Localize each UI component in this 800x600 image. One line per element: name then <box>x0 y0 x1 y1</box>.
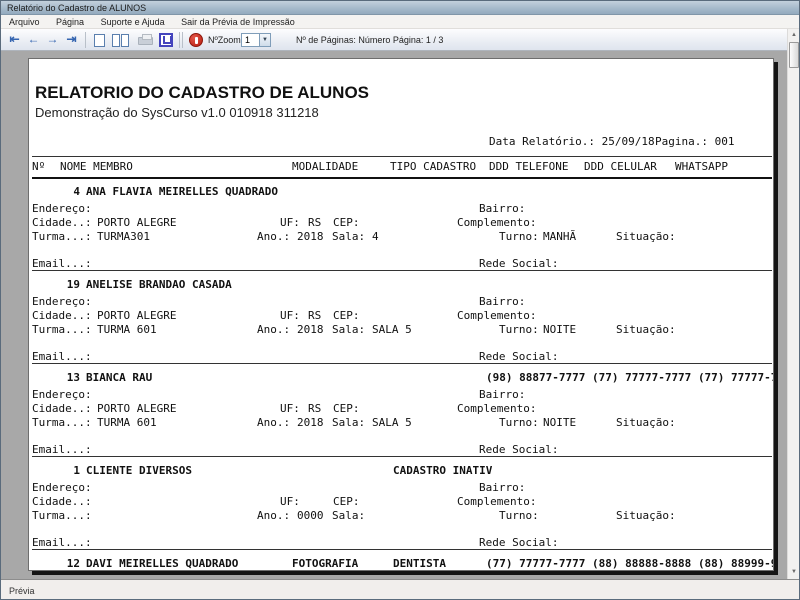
window-title: Relatório do Cadastro de ALUNOS <box>7 3 147 13</box>
report-date: Data Relatório.: 25/09/18 <box>489 135 655 148</box>
record-row: 12 DAVI MEIRELLES QUADRADO FOTOGRAFIA DE… <box>66 557 773 570</box>
report-title: RELATORIO DO CADASTRO DE ALUNOS <box>35 83 370 102</box>
record-row: 4 ANA FLAVIA MEIRELLES QUADRADO Endereço… <box>29 185 773 278</box>
last-page-icon[interactable]: ⇥ <box>63 32 80 48</box>
zoom-select[interactable]: 1 ▼ <box>241 33 271 47</box>
window-title-bar[interactable]: Relatório do Cadastro de ALUNOS <box>1 1 799 15</box>
col-header-whatsapp: WHATSAPP <box>675 160 728 173</box>
scroll-down-icon[interactable]: ▼ <box>788 566 799 579</box>
student-name: DAVI MEIRELLES QUADRADO <box>86 557 239 570</box>
tipo-cadastro-value: CADASTRO INATIV <box>393 464 493 477</box>
menu-pagina[interactable]: Página <box>50 15 90 29</box>
scroll-up-icon[interactable]: ▲ <box>788 29 799 42</box>
exit-preview-icon[interactable] <box>189 33 203 47</box>
col-header-modalidade: MODALIDADE <box>292 160 359 173</box>
col-header-telefone: DDD TELEFONE <box>489 160 569 173</box>
divider <box>32 177 772 179</box>
toolbar-separator <box>179 32 180 48</box>
chevron-down-icon[interactable]: ▼ <box>259 34 270 46</box>
two-page-view-icon[interactable] <box>112 34 120 47</box>
report-subtitle: Demonstração do SysCurso v1.0 010918 311… <box>35 105 319 120</box>
record-row: 13 BIANCA RAU (98) 88877-7777 (77) 77777… <box>29 371 773 464</box>
student-name: ANA FLAVIA MEIRELLES QUADRADO <box>86 185 279 198</box>
student-name: BIANCA RAU <box>86 371 153 384</box>
menu-sair-previa[interactable]: Sair da Prévia de Impressão <box>175 15 301 29</box>
modalidade-value: FOTOGRAFIA <box>292 557 359 570</box>
toolbar: ⇤ ← → ⇥ NºZoom 1 ▼ Nº de Páginas: Número… <box>1 29 799 51</box>
zoom-label: NºZoom <box>208 35 241 45</box>
divider <box>32 156 772 157</box>
menu-bar: Arquivo Página Suporte e Ajuda Sair da P… <box>1 15 799 29</box>
prev-page-icon[interactable]: ← <box>25 32 42 48</box>
toolbar-separator <box>85 32 86 48</box>
zoom-value: 1 <box>245 35 251 45</box>
menu-arquivo[interactable]: Arquivo <box>3 15 46 29</box>
student-name: ANELISE BRANDAO CASADA <box>86 278 232 291</box>
record-row: 19 ANELISE BRANDAO CASADA Endereço: Bair… <box>29 278 773 371</box>
two-page-view-icon-2[interactable] <box>121 34 129 47</box>
report-page-number: Pagina.: 001 <box>655 135 735 148</box>
next-page-icon[interactable]: → <box>44 32 61 48</box>
col-header-celular: DDD CELULAR <box>584 160 657 173</box>
status-text: Prévia <box>9 586 35 596</box>
scrollbar-thumb[interactable] <box>789 42 799 68</box>
col-header-nome: NOME MEMBRO <box>60 160 133 173</box>
print-icon[interactable] <box>138 34 153 45</box>
report-page: RELATORIO DO CADASTRO DE ALUNOS Demonstr… <box>28 58 774 571</box>
toolbar-separator <box>182 32 183 48</box>
print-setup-icon[interactable] <box>159 33 173 47</box>
col-header-tipo: TIPO CADASTRO <box>390 160 477 173</box>
first-page-icon[interactable]: ⇤ <box>6 32 23 48</box>
tipo-cadastro-value: DENTISTA <box>393 557 446 570</box>
col-header-num: Nº <box>32 160 46 173</box>
menu-suporte-ajuda[interactable]: Suporte e Ajuda <box>95 15 171 29</box>
app-window: Relatório do Cadastro de ALUNOS Arquivo … <box>0 0 800 600</box>
pages-info-label: Nº de Páginas: Número Página: 1 / 3 <box>296 35 444 45</box>
record-row: 1 CLIENTE DIVERSOS CADASTRO INATIV Ender… <box>29 464 773 557</box>
vertical-scrollbar[interactable]: ▲ ▼ <box>787 29 799 579</box>
student-name: CLIENTE DIVERSOS <box>86 464 192 477</box>
single-page-view-icon[interactable] <box>94 34 105 47</box>
preview-area: RELATORIO DO CADASTRO DE ALUNOS Demonstr… <box>1 51 799 579</box>
status-bar: Prévia <box>1 579 799 599</box>
